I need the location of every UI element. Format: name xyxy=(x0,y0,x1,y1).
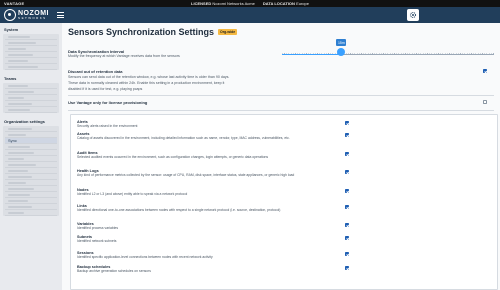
data-type-checkbox[interactable] xyxy=(345,170,349,174)
data-location-label: DATA LOCATION xyxy=(262,1,295,6)
sidebar-item[interactable] xyxy=(5,210,57,216)
license-label: Use Vantage only for license provisionin… xyxy=(68,100,148,105)
data-type-checkbox[interactable] xyxy=(345,266,349,270)
sync-interval-slider[interactable]: 15m xyxy=(282,39,494,57)
discard-description-line: Sensors can send data out of the retenti… xyxy=(68,75,230,79)
sidebar-section-system: System xyxy=(4,27,19,32)
app-brand: VANTAGE xyxy=(4,1,25,6)
data-location-value: Europe xyxy=(296,1,309,6)
page-title: Sensors Synchronization Settings xyxy=(68,27,215,37)
data-type-description: Security alerts raised in the environmen… xyxy=(77,124,138,128)
data-type-description: Identified L2 or L3 (and above) entity a… xyxy=(77,192,188,196)
sidebar-group-teams xyxy=(3,83,59,113)
sidebar-item-label: Sync xyxy=(8,138,17,143)
license-checkbox[interactable] xyxy=(483,100,487,104)
data-type-item: Backup schedules Backup archive generatio… xyxy=(77,265,297,274)
data-type-checkbox[interactable] xyxy=(345,236,349,240)
divider xyxy=(68,110,494,111)
sidebar: System Teams Organization settings Sync xyxy=(0,23,62,290)
data-type-description: Identified network subnets xyxy=(77,239,117,243)
sync-interval-description: Modify the frequency at which Vantage re… xyxy=(68,54,180,58)
data-type-checkbox[interactable] xyxy=(345,223,349,227)
data-type-checkbox[interactable] xyxy=(345,152,349,156)
licensed-label: LICENSED xyxy=(191,1,212,6)
divider xyxy=(68,95,494,96)
data-type-item: Subnets Identified network subnets xyxy=(77,235,297,244)
data-type-item: Alerts Security alerts raised in the envi… xyxy=(77,120,297,129)
data-type-description: Selected audited events occurred in the … xyxy=(77,155,269,159)
licensed-value: Nozomi Networks Acme xyxy=(212,1,255,6)
gear-icon xyxy=(409,11,417,19)
data-type-description: Backup archive generation schedules on s… xyxy=(77,269,151,273)
menu-toggle-icon[interactable] xyxy=(57,12,64,18)
sidebar-item[interactable] xyxy=(5,64,57,70)
data-type-description: Identified process variables xyxy=(77,226,119,230)
data-type-item: Audit Items Selected audited events occur… xyxy=(77,151,297,160)
license-setting: Use Vantage only for license provisionin… xyxy=(68,100,147,105)
data-type-item: Sessions Identified specific application-… xyxy=(77,251,297,260)
data-type-checkbox[interactable] xyxy=(345,189,349,193)
sidebar-item[interactable] xyxy=(5,107,57,113)
sync-interval-setting: Data Synchronization Interval Modify the… xyxy=(68,49,180,59)
data-type-checkbox[interactable] xyxy=(345,121,349,125)
discard-checkbox[interactable] xyxy=(483,69,487,73)
main-content: Sensors Synchronization Settings Org-wid… xyxy=(62,23,500,290)
org-wide-badge: Org-wide xyxy=(218,29,238,35)
sidebar-section-teams: Teams xyxy=(4,76,17,81)
data-type-checkbox[interactable] xyxy=(345,252,349,256)
sidebar-group-system xyxy=(3,34,59,70)
discard-description-line: disabled if it is used for test, e.g. pl… xyxy=(68,86,143,91)
data-type-description: Identified directional one-to-one associ… xyxy=(77,208,281,212)
sidebar-group-organization: Sync xyxy=(3,126,59,216)
data-type-item: Health Logs Any kind of performance metri… xyxy=(77,169,297,178)
data-type-item: Variables Identified process variables xyxy=(77,222,297,231)
sidebar-section-organization: Organization settings xyxy=(4,119,45,124)
top-bar: VANTAGE LICENSED Nozomi Networks Acme DA… xyxy=(0,0,500,7)
data-type-description: Catalog of assets discovered in the envi… xyxy=(77,136,290,140)
settings-button[interactable] xyxy=(407,9,419,21)
slider-value-bubble: 15m xyxy=(336,39,347,46)
data-types-list: Alerts Security alerts raised in the envi… xyxy=(70,114,498,290)
data-type-checkbox[interactable] xyxy=(345,205,349,209)
data-type-item: Nodes Identified L2 or L3 (and above) ent… xyxy=(77,188,297,197)
data-type-checkbox[interactable] xyxy=(345,133,349,137)
discard-label: Discard out of retention data xyxy=(68,69,123,74)
logo-sub-text: NETWORKS xyxy=(18,16,47,20)
data-type-item: Links Identified directional one-to-one a… xyxy=(77,204,297,213)
discard-description-line: These data in normally cleaned within 24… xyxy=(68,80,225,85)
slider-fill xyxy=(282,53,342,55)
nozomi-logo[interactable]: NOZOMI NETWORKS xyxy=(4,9,49,21)
data-type-description: Identified specific application-level co… xyxy=(77,255,213,259)
data-type-item: Assets Catalog of assets discovered in th… xyxy=(77,132,297,141)
data-type-description: Any kind of performance metrics collecte… xyxy=(77,173,295,177)
app-header: NOZOMI NETWORKS xyxy=(0,7,500,23)
license-info: LICENSED Nozomi Networks Acme DATA LOCAT… xyxy=(191,1,309,6)
logo-mark-icon xyxy=(4,9,16,21)
discard-setting: Discard out of retention data Sensors ca… xyxy=(68,69,283,92)
